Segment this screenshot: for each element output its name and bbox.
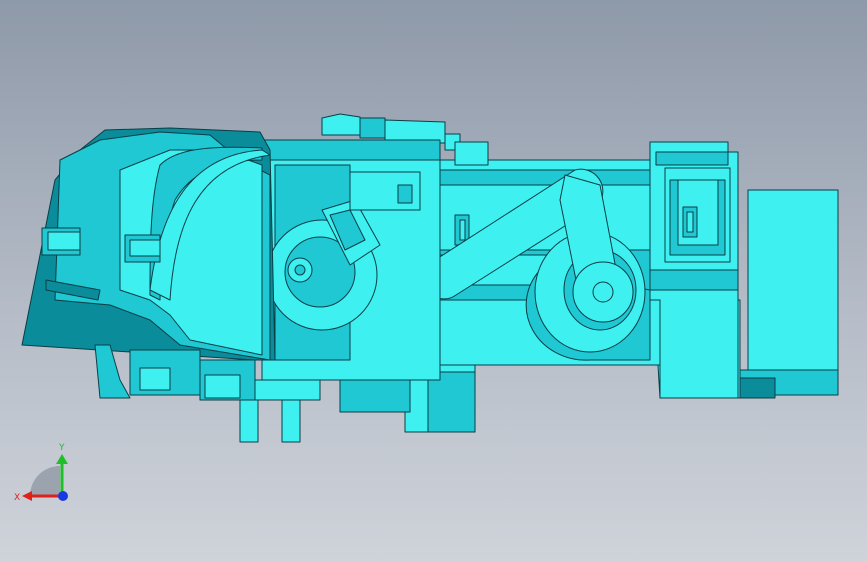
x-axis-label: X — [14, 493, 20, 503]
cad-assembly-model[interactable] — [0, 0, 867, 562]
left-housing — [21, 127, 276, 361]
hub-region — [261, 159, 441, 381]
top-cover — [261, 113, 489, 166]
axis-triad: Y X — [14, 443, 68, 503]
right-housing — [734, 189, 839, 399]
y-axis-arrow — [56, 454, 68, 464]
right-tower — [649, 141, 739, 271]
cad-viewport[interactable]: Y X — [0, 0, 867, 562]
x-axis-arrow — [22, 491, 32, 501]
z-axis-dot — [58, 491, 68, 501]
triad-backplane — [30, 466, 60, 496]
right-column — [649, 269, 739, 399]
y-axis-label: Y — [58, 443, 65, 453]
